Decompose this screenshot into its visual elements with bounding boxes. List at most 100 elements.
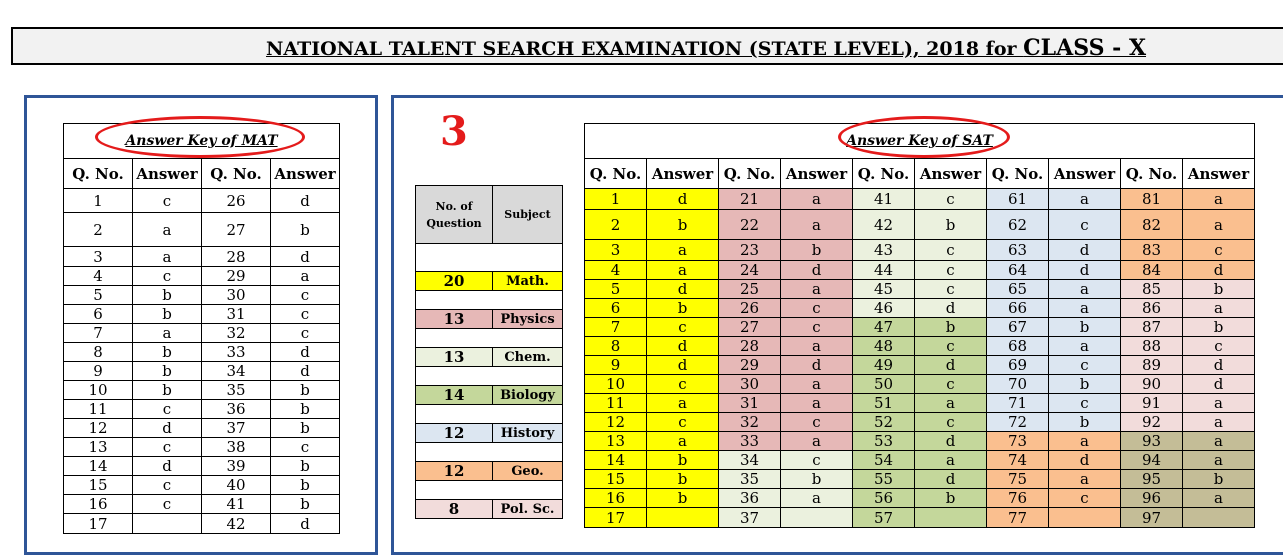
question-number: 5 [63, 285, 133, 305]
column-header: Answer [914, 158, 987, 189]
subject-row: 20 Math. [415, 271, 563, 291]
answer-cell [646, 507, 719, 528]
question-number: 12 [584, 412, 647, 432]
question-number: 74 [986, 450, 1049, 470]
table-row: 14 d 39 b [63, 456, 340, 476]
table-row: 13 c 38 c [63, 437, 340, 457]
answer-cell: d [270, 188, 340, 213]
table-row: 16 b 36 a 56 b 76 c 96 a [584, 488, 1255, 508]
question-number: 6 [63, 304, 133, 324]
table-row: 16 c 41 b [63, 494, 340, 514]
question-number: 71 [986, 393, 1049, 413]
question-number: 41 [852, 188, 915, 210]
question-number: 35 [718, 469, 781, 489]
answer-cell: d [646, 279, 719, 299]
answer-cell: c [1048, 393, 1121, 413]
answer-cell: c [914, 412, 987, 432]
table-row: 2 b 22 a 42 b 62 c 82 a [584, 209, 1255, 240]
table-row: 7 c 27 c 47 b 67 b 87 b [584, 317, 1255, 337]
answer-cell: b [1048, 317, 1121, 337]
answer-cell: c [1048, 355, 1121, 375]
title-bar: NATIONAL TALENT SEARCH EXAMINATION (STAT… [11, 27, 1283, 65]
answer-cell: c [780, 317, 853, 337]
answer-cell: a [646, 239, 719, 261]
question-number: 87 [1120, 317, 1183, 337]
subject-row: 12 History [415, 423, 563, 443]
question-number: 32 [718, 412, 781, 432]
answer-cell: d [270, 342, 340, 362]
question-number: 66 [986, 298, 1049, 318]
question-number: 26 [201, 188, 271, 213]
question-number: 14 [63, 456, 133, 476]
question-number: 6 [584, 298, 647, 318]
answer-cell: a [1182, 209, 1255, 240]
table-row: 7 a 32 c [63, 323, 340, 343]
answer-cell: b [132, 304, 202, 324]
question-count: 13 [415, 347, 493, 367]
table-row: 3 a 23 b 43 c 63 d 83 c [584, 239, 1255, 261]
column-header: Answer [1048, 158, 1121, 189]
answer-cell: c [132, 494, 202, 514]
question-number: 16 [63, 494, 133, 514]
question-number: 88 [1120, 336, 1183, 356]
column-header: Answer [270, 158, 340, 189]
spacer-cell [415, 404, 563, 424]
table-row: 10 b 35 b [63, 380, 340, 400]
question-number: 35 [201, 380, 271, 400]
question-number: 75 [986, 469, 1049, 489]
question-number: 14 [584, 450, 647, 470]
answer-cell: a [132, 323, 202, 343]
question-number: 7 [63, 323, 133, 343]
answer-cell: d [646, 336, 719, 356]
question-number: 91 [1120, 393, 1183, 413]
answer-cell: c [1048, 488, 1121, 508]
question-number: 38 [201, 437, 271, 457]
table-row: 11 c 36 b [63, 399, 340, 419]
answer-cell: b [1182, 469, 1255, 489]
question-number: 37 [201, 418, 271, 438]
answer-cell: a [646, 431, 719, 451]
answer-cell: a [646, 393, 719, 413]
question-number: 43 [852, 239, 915, 261]
question-number: 11 [63, 399, 133, 419]
question-number: 72 [986, 412, 1049, 432]
table-row: 2 a 27 b [63, 212, 340, 247]
table-row: 13 a 33 a 53 d 73 a 93 a [584, 431, 1255, 451]
subject-name: Physics [492, 309, 563, 329]
answer-cell: d [780, 355, 853, 375]
answer-cell: b [132, 285, 202, 305]
question-number: 15 [63, 475, 133, 495]
answer-cell: d [646, 355, 719, 375]
answer-cell: b [270, 418, 340, 438]
answer-cell: b [132, 380, 202, 400]
question-number: 76 [986, 488, 1049, 508]
question-number: 32 [201, 323, 271, 343]
question-number: 62 [986, 209, 1049, 240]
answer-cell: d [914, 469, 987, 489]
answer-cell: a [1048, 431, 1121, 451]
answer-cell: d [914, 431, 987, 451]
answer-cell: b [646, 488, 719, 508]
answer-cell: c [646, 317, 719, 337]
answer-cell: a [1182, 450, 1255, 470]
answer-cell: c [780, 298, 853, 318]
column-header: Answer [1182, 158, 1255, 189]
answer-cell: a [780, 374, 853, 394]
table-row: 3 a 28 d [63, 246, 340, 267]
question-number: 61 [986, 188, 1049, 210]
question-number: 73 [986, 431, 1049, 451]
answer-cell: a [646, 260, 719, 280]
question-number: 39 [201, 456, 271, 476]
page-title: NATIONAL TALENT SEARCH EXAMINATION (STAT… [266, 35, 1147, 61]
question-number: 49 [852, 355, 915, 375]
spacer-cell [415, 243, 563, 272]
question-number: 11 [584, 393, 647, 413]
answer-cell: a [780, 188, 853, 210]
table-row: 6 b 26 c 46 d 66 a 86 a [584, 298, 1255, 318]
answer-cell: a [780, 431, 853, 451]
question-number: 56 [852, 488, 915, 508]
question-number: 52 [852, 412, 915, 432]
question-number: 13 [584, 431, 647, 451]
class-label: CLASS - X [1023, 35, 1147, 61]
answer-cell: d [780, 260, 853, 280]
